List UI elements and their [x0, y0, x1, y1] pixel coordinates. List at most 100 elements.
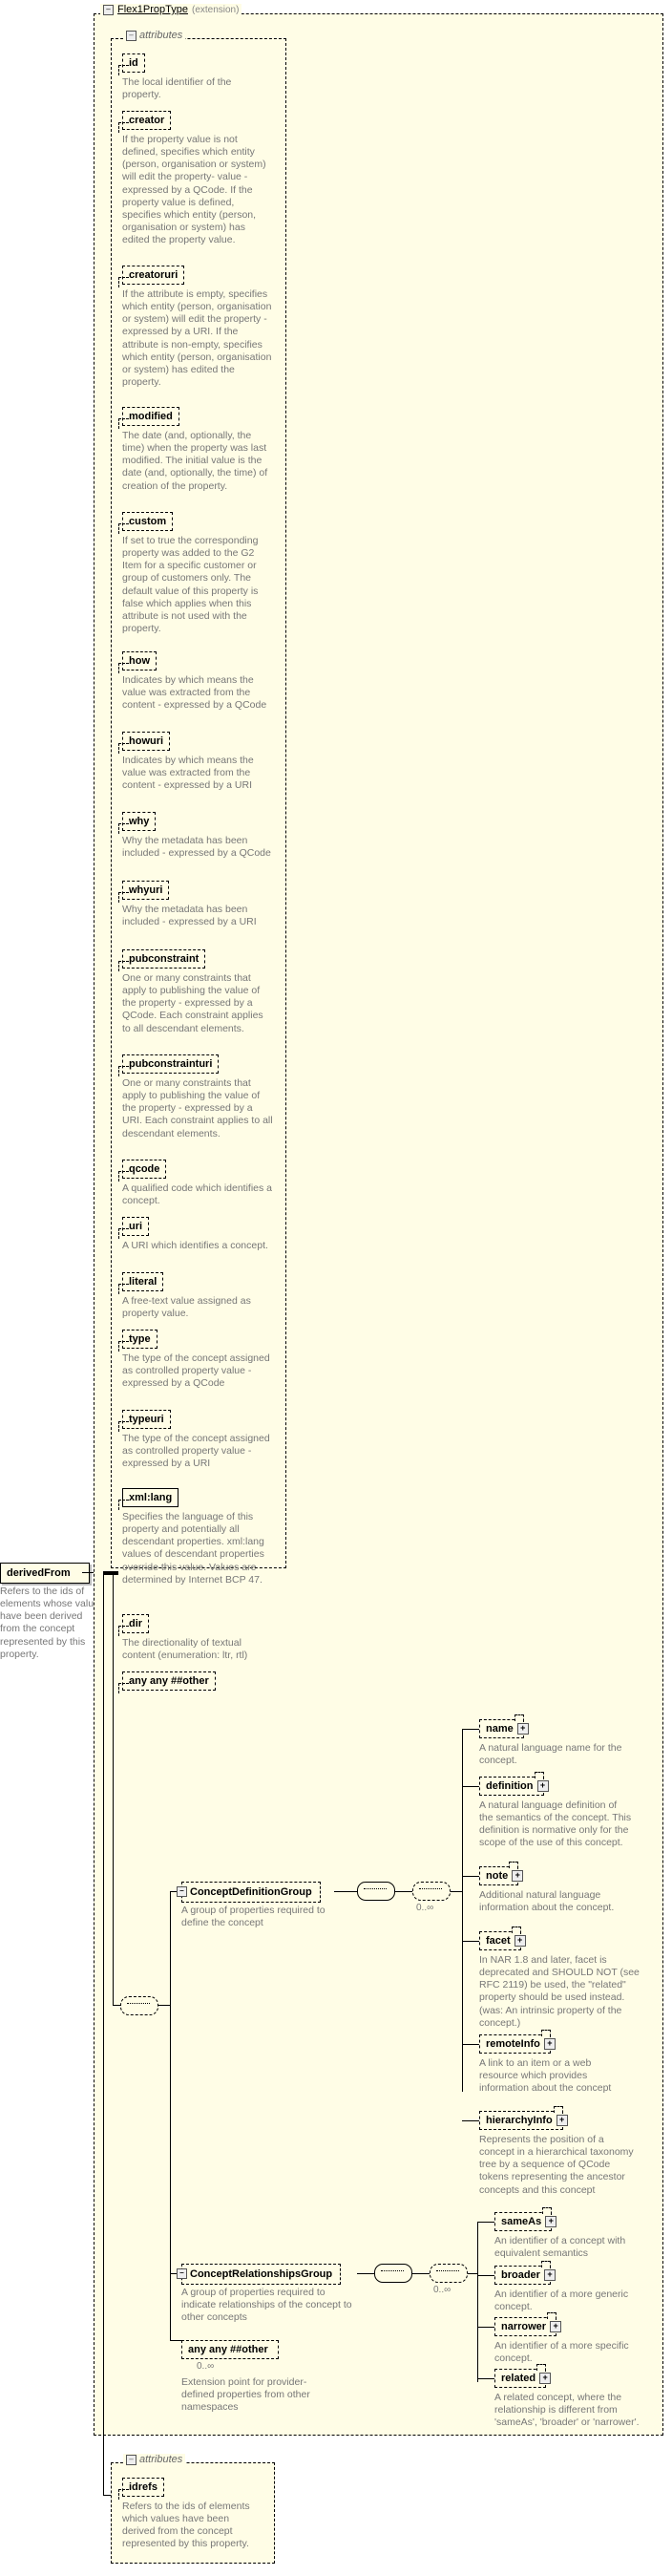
elem-facet: facet+: [479, 1931, 521, 1950]
attr-typeuri-doc: The type of the concept assigned as cont…: [122, 1433, 273, 1470]
crg-occ: 0..∞: [433, 2285, 451, 2295]
expand-icon[interactable]: +: [550, 2321, 561, 2332]
attr-howuri-doc: Indicates by which means the value was e…: [122, 755, 273, 792]
attr-how-doc: Indicates by which means the value was e…: [122, 674, 273, 712]
connector: [113, 2005, 120, 2006]
connector: [103, 1572, 104, 2495]
expand-icon[interactable]: +: [537, 1780, 549, 1792]
elem-sameas-doc: An identifier of a concept with equivale…: [494, 2235, 647, 2260]
expand-icon[interactable]: +: [544, 2269, 556, 2281]
collapse-icon[interactable]: –: [103, 5, 114, 15]
crg-seq-inner[interactable]: [430, 2264, 468, 2283]
elem-broader-doc: An identifier of a more generic concept.: [494, 2289, 647, 2313]
connector: [468, 2273, 477, 2274]
tick: [118, 1066, 129, 1076]
elem-remoteinfo: remoteInfo+: [479, 2034, 551, 2054]
attr-dir-doc: The directionality of textual content (e…: [122, 1637, 273, 1662]
connector: [462, 1786, 479, 1787]
crg-seq[interactable]: [374, 2264, 412, 2283]
connector: [477, 2222, 494, 2223]
attr-creator-doc: If the property value is not defined, sp…: [122, 134, 273, 246]
elem-narrower: narrower+: [494, 2317, 556, 2336]
tick: [118, 65, 129, 75]
attr-modified: modified: [122, 407, 179, 426]
crg-doc: A group of properties required to indica…: [181, 2287, 353, 2324]
connector: [103, 2495, 111, 2496]
collapse-icon[interactable]: –: [177, 2268, 187, 2279]
elem-broader: broader+: [494, 2266, 551, 2285]
group-cdg: – ConceptDefinitionGroup: [181, 1882, 321, 1903]
tick: [118, 2489, 129, 2500]
tick: [118, 1284, 129, 1294]
attr-id-doc: The local identifier of the property.: [122, 76, 265, 101]
elem-related-doc: A related concept, where the relationshi…: [494, 2392, 657, 2429]
elem-remoteinfo-doc: A link to an item or a web resource whic…: [479, 2057, 632, 2095]
attributes-title-2: – attributes: [123, 2454, 185, 2465]
collapse-icon[interactable]: –: [177, 1886, 187, 1897]
any-occ: 0..∞: [197, 2361, 214, 2372]
root-label: derivedFrom: [7, 1567, 71, 1579]
crg-label: ConceptRelationshipsGroup: [190, 2268, 332, 2280]
connector: [462, 1941, 479, 1942]
connector: [462, 1729, 463, 2092]
tick: [118, 1228, 129, 1239]
attr-xmllang: xml:lang: [122, 1488, 178, 1507]
attr-why-doc: Why the metadata has been included - exp…: [122, 835, 273, 860]
expand-icon[interactable]: +: [545, 2216, 556, 2227]
connector: [412, 2273, 430, 2274]
connector: [477, 2327, 494, 2328]
group-crg: – ConceptRelationshipsGroup: [181, 2264, 341, 2285]
attr-whyuri: whyuri: [122, 881, 169, 900]
tick: [118, 277, 129, 287]
attr-literal-doc: A free-text value assigned as property v…: [122, 1295, 273, 1320]
connector: [477, 2222, 478, 2382]
attributes-title: – attributes: [123, 30, 185, 41]
expand-icon[interactable]: +: [544, 2038, 556, 2050]
attr-idrefs-doc: Refers to the ids of elements which valu…: [122, 2501, 263, 2551]
tick: [118, 663, 129, 673]
elem-definition: definition+: [479, 1777, 544, 1796]
attributes-title-label: attributes: [139, 30, 182, 41]
cdg-seq-inner[interactable]: [412, 1882, 451, 1901]
connector: [158, 2005, 170, 2006]
tick: [118, 961, 129, 971]
attr-whyuri-doc: Why the metadata has been included - exp…: [122, 904, 273, 928]
elem-related: related+: [494, 2369, 546, 2388]
connector: [82, 1572, 94, 1573]
cdg-label: ConceptDefinitionGroup: [190, 1886, 312, 1898]
expand-icon[interactable]: +: [512, 1870, 523, 1882]
cdg-seq[interactable]: [357, 1882, 395, 1901]
elem-narrower-doc: An identifier of a more specific concept…: [494, 2340, 647, 2365]
collapse-icon[interactable]: –: [126, 2455, 136, 2465]
expand-icon[interactable]: +: [556, 2115, 568, 2126]
connector: [103, 1571, 118, 1575]
connector: [477, 2378, 494, 2379]
cdg-doc: A group of properties required to define…: [181, 1905, 334, 1929]
attr-creatoruri-doc: If the attribute is empty, specifies whi…: [122, 288, 273, 389]
expand-icon[interactable]: +: [514, 1935, 526, 1947]
connector: [170, 2340, 181, 2341]
tick: [118, 743, 129, 754]
elem-note: note+: [479, 1866, 518, 1885]
expand-icon[interactable]: +: [517, 1723, 529, 1735]
tick: [118, 823, 129, 834]
tick: [118, 122, 129, 133]
ext-name: Flex1PropType: [117, 4, 188, 15]
seq-compositor-main[interactable]: [120, 1996, 158, 2015]
tick: [118, 523, 129, 534]
connector: [462, 1876, 479, 1877]
extension-header: – Flex1PropType (extension): [100, 4, 242, 15]
connector: [462, 2044, 479, 2045]
elem-definition-doc: A natural language definition of the sem…: [479, 1799, 632, 1850]
attr-type-doc: The type of the concept assigned as cont…: [122, 1352, 273, 1390]
expand-icon[interactable]: +: [539, 2373, 551, 2384]
collapse-icon[interactable]: –: [126, 31, 136, 41]
connector: [477, 2275, 494, 2276]
elem-name: name+: [479, 1719, 524, 1738]
attr-modified-doc: The date (and, optionally, the time) whe…: [122, 430, 273, 493]
tick: [118, 1421, 129, 1432]
attr-custom-doc: If set to true the corresponding propert…: [122, 535, 273, 635]
connector: [462, 2120, 479, 2121]
attr-creator: creator: [122, 111, 171, 130]
connector: [451, 1891, 462, 1892]
